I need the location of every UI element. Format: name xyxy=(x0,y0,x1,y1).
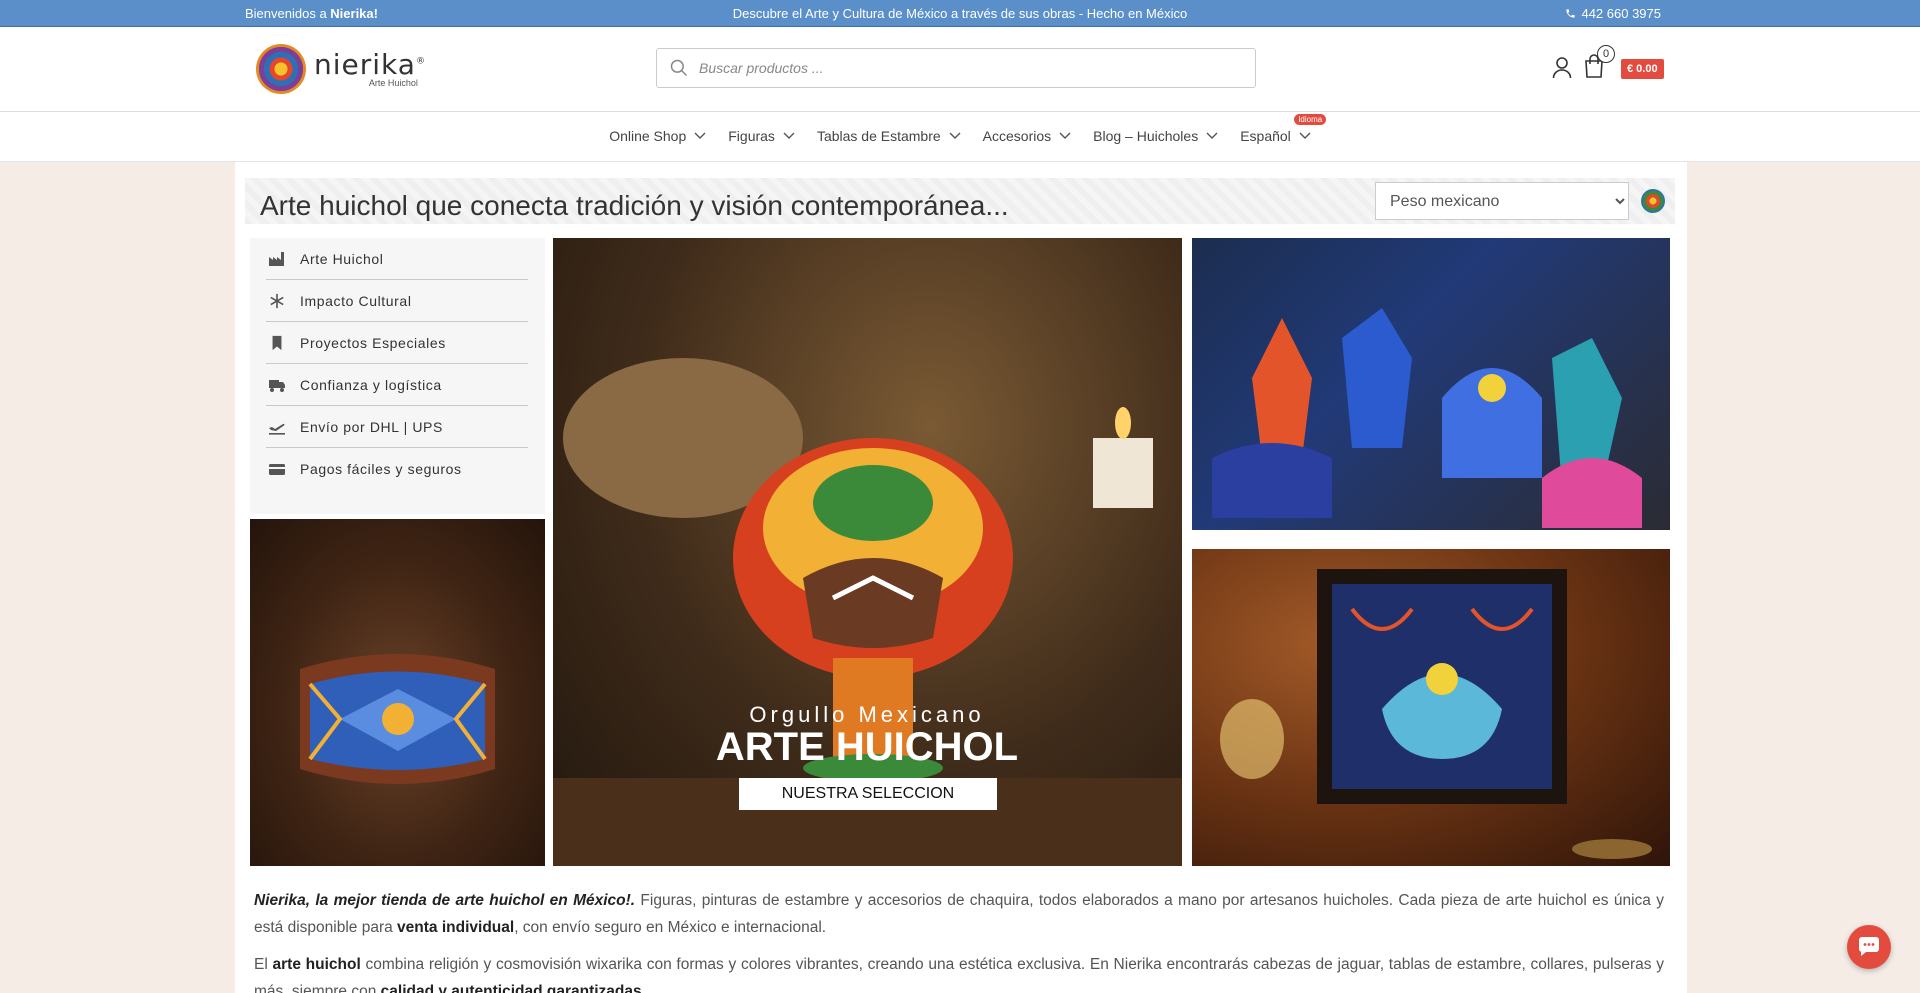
nav-label: Blog – Huicholes xyxy=(1093,128,1199,144)
our-selection-button[interactable]: NUESTRA SELECCION xyxy=(739,778,997,810)
bookmark-icon xyxy=(272,335,282,350)
welcome-text: Bienvenidos a Nierika! xyxy=(245,6,378,21)
nav-item-accesorios[interactable]: Accesorios xyxy=(983,128,1071,144)
logo-registered: ® xyxy=(415,56,426,67)
snowflake-icon xyxy=(270,293,284,308)
yarn-painting-illustration xyxy=(1220,569,1652,859)
sidebar-item-confianza-logistica[interactable]: Confianza y logística xyxy=(266,364,528,406)
hero-subtitle: Orgullo Mexicano xyxy=(749,702,984,727)
nav-label: Figuras xyxy=(728,128,775,144)
sidebar-item-envio-dhl-ups[interactable]: Envío por DHL | UPS xyxy=(266,406,528,448)
sidebar-item-label: Pagos fáciles y seguros xyxy=(300,461,462,477)
sidebar-item-label: Envío por DHL | UPS xyxy=(300,418,443,435)
bracelet-illustration xyxy=(300,654,495,784)
nav-item-language[interactable]: Español Idioma xyxy=(1240,114,1327,144)
phone-link[interactable]: 442 660 3975 xyxy=(1565,6,1661,21)
tagline: Descubre el Arte y Cultura de México a t… xyxy=(732,6,1188,21)
credit-card-icon xyxy=(269,464,285,475)
chevron-down-icon xyxy=(949,132,961,139)
site-header: nierika® Arte Huichol 0 € 0.00 xyxy=(0,27,1920,112)
plane-departure-icon xyxy=(269,423,285,435)
text-span: , con envío seguro en México e internaci… xyxy=(514,919,827,936)
sidebar-menu: Arte Huichol Impacto Cultural Proyectos … xyxy=(250,238,545,514)
sidebar-item-label: Proyectos Especiales xyxy=(300,334,446,351)
intro-paragraph-2: El arte huichol combina religión y cosmo… xyxy=(254,951,1664,993)
sidebar-item-pagos[interactable]: Pagos fáciles y seguros xyxy=(266,448,528,490)
phone-icon xyxy=(1566,9,1576,18)
nav-item-online-shop[interactable]: Online Shop xyxy=(609,128,706,144)
currency-select[interactable]: Peso mexicano xyxy=(1375,182,1629,220)
page-title: Arte huichol que conecta tradición y vis… xyxy=(260,190,1009,221)
chevron-down-icon xyxy=(694,132,706,139)
beaded-animals-image[interactable] xyxy=(1192,238,1670,530)
hero-image: Orgullo Mexicano ARTE HUICHOL NUESTRA SE… xyxy=(553,238,1182,866)
factory-icon xyxy=(269,251,284,266)
language-badge: Idioma xyxy=(1294,114,1327,125)
sidebar-item-proyectos-especiales[interactable]: Proyectos Especiales xyxy=(266,322,528,364)
hero-title: ARTE HUICHOL xyxy=(716,725,1018,769)
nav-label: Accesorios xyxy=(982,128,1052,144)
text-bold: venta individual xyxy=(397,919,515,936)
cart-total-button[interactable]: € 0.00 xyxy=(1621,59,1664,79)
chevron-down-icon xyxy=(1299,132,1311,139)
text-bold: calidad y autenticidad garantizadas xyxy=(380,983,642,993)
sidebar-item-label: Arte Huichol xyxy=(300,250,384,267)
main-navigation: Online Shop Figuras Tablas de Estambre A… xyxy=(0,112,1920,162)
logo-name: nierika xyxy=(314,47,416,81)
user-account-icon[interactable] xyxy=(1552,57,1572,79)
welcome-prefix: Bienvenidos a xyxy=(245,6,331,21)
beaded-animals-illustration xyxy=(1212,308,1642,528)
welcome-brand: Nierika! xyxy=(330,6,378,21)
truck-icon xyxy=(269,379,285,392)
beaded-bracelet-image[interactable] xyxy=(250,519,545,866)
logo[interactable]: nierika® Arte Huichol xyxy=(256,44,426,94)
logo-mandala-icon xyxy=(256,44,306,94)
nav-label: Español xyxy=(1240,128,1291,144)
text-span: . xyxy=(641,983,646,993)
search-icon xyxy=(670,59,688,77)
nav-item-figuras[interactable]: Figuras xyxy=(728,128,795,144)
nav-item-blog-huicholes[interactable]: Blog – Huicholes xyxy=(1093,128,1218,144)
mandala-emblem-icon xyxy=(1641,189,1665,213)
chevron-down-icon xyxy=(1059,132,1071,139)
cart-count-badge: 0 xyxy=(1597,45,1615,63)
beaded-mushroom-illustration: Orgullo Mexicano ARTE HUICHOL xyxy=(553,358,1182,866)
chat-bubble-icon xyxy=(1859,937,1879,956)
search-box xyxy=(656,48,1256,88)
chevron-down-icon xyxy=(783,132,795,139)
intro-banner: Arte huichol que conecta tradición y vis… xyxy=(245,178,1675,224)
nav-item-tablas-de-estambre[interactable]: Tablas de Estambre xyxy=(817,128,961,144)
sidebar-item-label: Confianza y logística xyxy=(300,376,442,393)
yarn-painting-image[interactable] xyxy=(1192,549,1670,866)
text-bold: arte huichol xyxy=(272,956,361,973)
search-input[interactable] xyxy=(699,60,1239,76)
main-content: Arte huichol que conecta tradición y vis… xyxy=(235,162,1687,993)
phone-number: 442 660 3975 xyxy=(1581,6,1661,21)
chat-button[interactable] xyxy=(1847,925,1891,969)
text-span: El xyxy=(254,956,273,973)
intro-paragraph-1: Nierika, la mejor tienda de arte huichol… xyxy=(254,887,1664,941)
nav-label: Online Shop xyxy=(609,128,687,144)
sidebar-item-label: Impacto Cultural xyxy=(300,292,412,309)
chevron-down-icon xyxy=(1206,132,1218,139)
intro-lead: Nierika, la mejor tienda de arte huichol… xyxy=(254,892,636,909)
intro-text: Nierika, la mejor tienda de arte huichol… xyxy=(254,887,1664,993)
top-announcement-bar: Bienvenidos a Nierika! Descubre el Arte … xyxy=(0,0,1920,27)
sidebar-item-impacto-cultural[interactable]: Impacto Cultural xyxy=(266,280,528,322)
sidebar-item-arte-huichol[interactable]: Arte Huichol xyxy=(266,238,528,280)
nav-label: Tablas de Estambre xyxy=(816,128,941,144)
logo-subtitle: Arte Huichol xyxy=(368,77,418,88)
